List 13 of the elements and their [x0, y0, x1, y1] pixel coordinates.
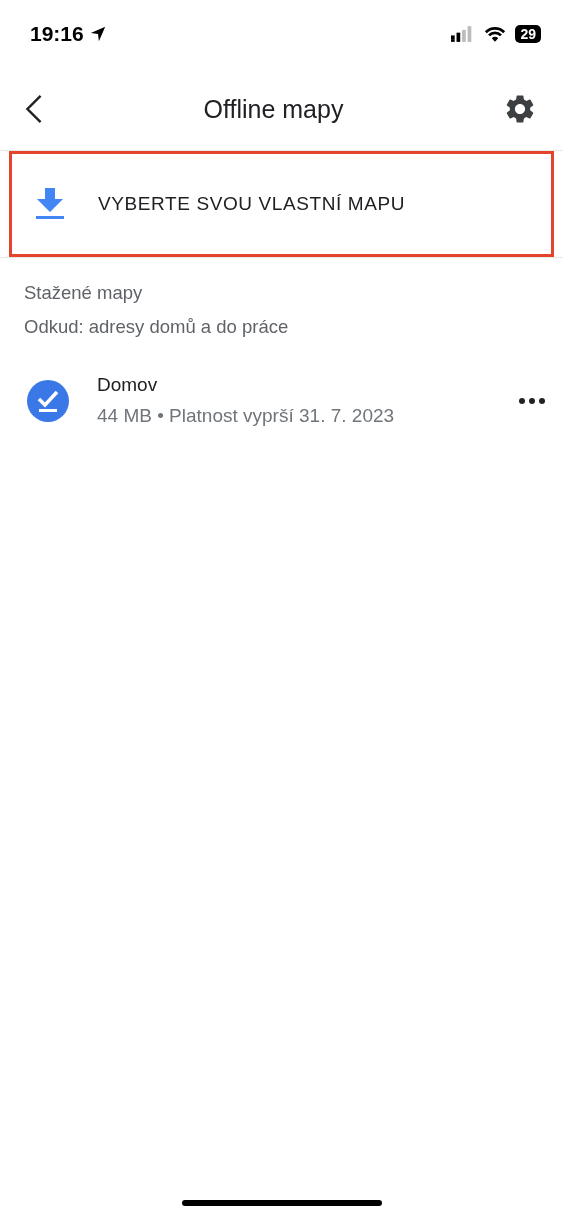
- map-name: Domov: [97, 374, 159, 396]
- select-map-button[interactable]: VYBERTE SVOU VLASTNÍ MAPU: [9, 151, 554, 257]
- download-icon: [35, 188, 65, 220]
- screen-title: Offline mapy: [203, 94, 344, 124]
- more-options-icon[interactable]: [519, 397, 545, 404]
- battery-icon: 29: [515, 25, 541, 43]
- map-details: 44 MB • Platnost vyprší 31. 7. 2023: [97, 405, 396, 427]
- status-time: 19:16: [30, 22, 84, 46]
- section-subtitle: Odkud: adresy domů a do práce: [24, 316, 290, 338]
- wifi-icon: [484, 25, 507, 43]
- back-icon[interactable]: [24, 94, 44, 124]
- downloaded-check-icon: [27, 379, 69, 422]
- section-title: Stažené mapy: [24, 282, 144, 304]
